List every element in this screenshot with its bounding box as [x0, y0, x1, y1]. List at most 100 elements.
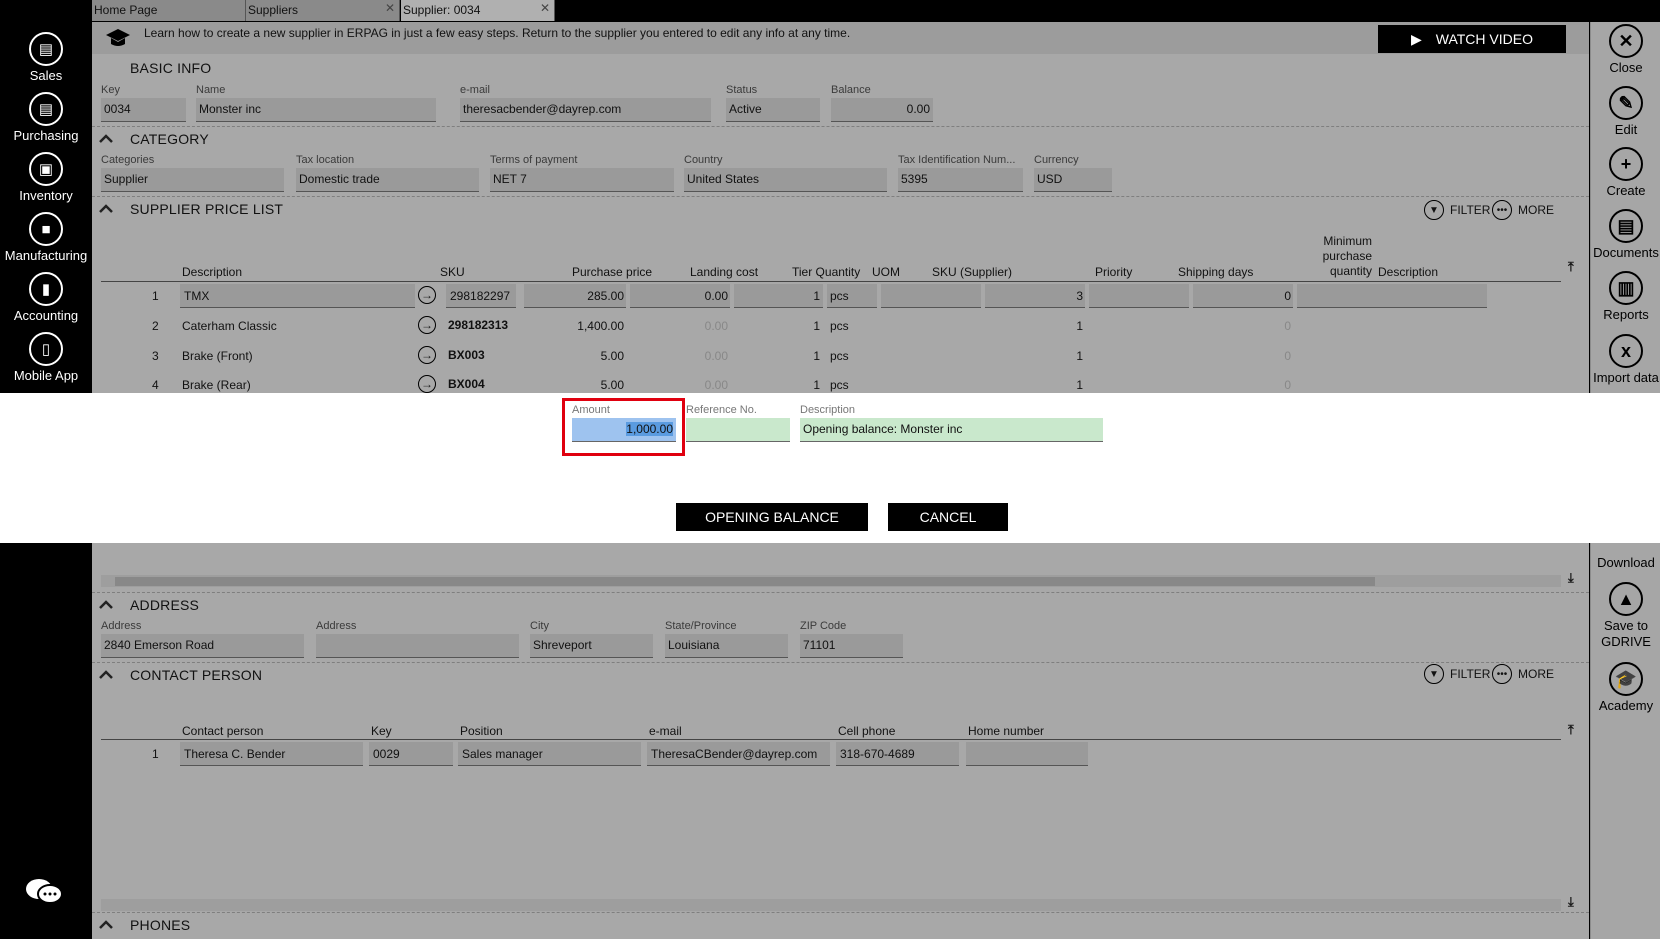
field-value[interactable]: Monster inc [196, 98, 436, 122]
name-field[interactable]: Name Monster inc [196, 84, 436, 122]
cell-uom-text[interactable]: pcs [830, 319, 849, 333]
field-value[interactable]: NET 7 [490, 168, 674, 192]
price-list-header[interactable]: SUPPLIER PRICE LIST [92, 196, 1589, 220]
col-header-position[interactable]: Position [460, 724, 503, 738]
opening-balance-button[interactable]: OPENING BALANCE [676, 503, 868, 531]
cell-tier-text[interactable]: 1 [734, 378, 820, 392]
tab-supplier-0034[interactable]: Supplier: 0034 ✕ [401, 0, 555, 21]
col-header-shipping-days[interactable]: Shipping days [1178, 265, 1253, 279]
col-header-priority[interactable]: Priority [1095, 265, 1132, 279]
field-value[interactable]: 0034 [101, 98, 186, 122]
cell-home-number[interactable] [966, 742, 1088, 766]
terms-of-payment-field[interactable]: Terms of payment NET 7 [490, 154, 674, 192]
price-list-filter-button[interactable]: ▼ FILTER [1424, 200, 1490, 220]
cell-landing-text[interactable]: 0.00 [630, 349, 728, 363]
nav-mobile-app[interactable]: ▯ Mobile App [0, 332, 92, 383]
cell-description-text[interactable]: Caterham Classic [182, 319, 277, 333]
academy-button[interactable]: 🎓 Academy [1591, 662, 1660, 714]
nav-purchasing[interactable]: ▤ Purchasing [0, 92, 92, 143]
description-input[interactable]: Opening balance: Monster inc [800, 418, 1103, 442]
chat-icon[interactable] [24, 876, 64, 908]
go-to-product-icon[interactable]: → [418, 286, 436, 304]
field-value[interactable]: Supplier [101, 168, 284, 192]
cell-priority-text[interactable]: 1 [985, 349, 1083, 363]
col-header-min-purchase-qty[interactable]: Minimum purchase quantity [1302, 234, 1372, 279]
city-field[interactable]: City Shreveport [530, 620, 653, 658]
chevron-up-icon[interactable] [98, 919, 114, 929]
address-field-1[interactable]: Address 2840 Emerson Road [101, 620, 304, 658]
price-list-scrollbar[interactable] [101, 575, 1561, 587]
tax-location-field[interactable]: Tax location Domestic trade [296, 154, 479, 192]
cell-landing-text[interactable]: 0.00 [630, 319, 728, 333]
cell-minq-text[interactable]: 0 [1193, 319, 1291, 333]
cell-description[interactable] [180, 284, 415, 308]
cell-price-text[interactable]: 1,400.00 [524, 319, 624, 333]
cell-sku-text[interactable]: BX004 [448, 377, 485, 391]
status-field[interactable]: Status Active [726, 84, 820, 122]
reference-no-field[interactable]: Reference No. [686, 404, 790, 442]
field-value[interactable]: 71101 [800, 634, 903, 658]
go-to-product-icon[interactable]: → [418, 316, 436, 334]
col-header-description-2[interactable]: Description [1378, 265, 1438, 279]
contact-person-header[interactable]: CONTACT PERSON [92, 662, 1589, 686]
category-header[interactable]: CATEGORY [92, 126, 1589, 150]
save-to-gdrive-button[interactable]: ▲ Save to GDRIVE [1591, 582, 1660, 650]
cancel-button[interactable]: CANCEL [888, 503, 1008, 531]
documents-button[interactable]: ▤ Documents [1591, 209, 1660, 261]
key-field[interactable]: Key 0034 [101, 84, 186, 122]
download-button[interactable]: Download [1591, 555, 1660, 571]
contact-filter-button[interactable]: ▼ FILTER [1424, 664, 1490, 684]
edit-button[interactable]: ✎ Edit [1591, 86, 1660, 138]
tab-suppliers[interactable]: Suppliers ✕ [246, 0, 400, 21]
amount-field[interactable]: Amount 1,000.00 [572, 404, 676, 442]
import-data-button[interactable]: x Import data [1591, 334, 1660, 386]
field-value[interactable]: 2840 Emerson Road [101, 634, 304, 658]
tab-close-icon[interactable]: ✕ [540, 1, 550, 15]
cell-minq-text[interactable]: 0 [1193, 349, 1291, 363]
col-header-description[interactable]: Description [182, 265, 242, 279]
col-header-contact-person[interactable]: Contact person [182, 724, 263, 738]
scroll-bottom-icon[interactable]: ⤓ [1568, 894, 1574, 910]
cell-price-text[interactable]: 5.00 [524, 349, 624, 363]
field-value[interactable]: Shreveport [530, 634, 653, 658]
cell-description-2[interactable] [1297, 284, 1487, 308]
col-header-landing-cost[interactable]: Landing cost [690, 265, 758, 279]
amount-input[interactable]: 1,000.00 [572, 418, 676, 442]
field-value[interactable]: Domestic trade [296, 168, 479, 192]
field-value[interactable]: USD [1034, 168, 1112, 192]
cell-landing-text[interactable]: 0.00 [630, 378, 728, 392]
cell-description-text[interactable]: Brake (Rear) [182, 378, 251, 392]
chevron-up-icon[interactable] [98, 669, 114, 679]
field-value[interactable]: theresacbender@dayrep.com [460, 98, 711, 122]
chevron-up-icon[interactable] [98, 203, 114, 213]
go-to-product-icon[interactable]: → [418, 346, 436, 364]
col-header-sku[interactable]: SKU [440, 265, 465, 279]
scroll-bottom-icon[interactable]: ⤓ [1568, 570, 1574, 586]
cell-price-text[interactable]: 5.00 [524, 378, 624, 392]
tab-close-icon[interactable]: ✕ [385, 1, 395, 15]
description-field[interactable]: Description Opening balance: Monster inc [800, 404, 1103, 442]
field-value[interactable]: United States [684, 168, 887, 192]
col-header-tier-quantity[interactable]: Tier Quantity [792, 265, 860, 279]
cell-priority-text[interactable]: 1 [985, 378, 1083, 392]
price-list-more-button[interactable]: ••• MORE [1492, 200, 1554, 220]
cell-minq-text[interactable]: 0 [1193, 378, 1291, 392]
scroll-top-icon[interactable]: ⤒ [1568, 722, 1574, 738]
tab-home-page[interactable]: Home Page [92, 0, 246, 21]
state-field[interactable]: State/Province Louisiana [665, 620, 788, 658]
col-header-email[interactable]: e-mail [649, 724, 682, 738]
nav-sales[interactable]: ▤ Sales [0, 32, 92, 83]
cell-uom-text[interactable]: pcs [830, 378, 849, 392]
cell-sku-text[interactable]: BX003 [448, 348, 485, 362]
reports-button[interactable]: ▥ Reports [1591, 271, 1660, 323]
create-button[interactable]: + Create [1591, 147, 1660, 199]
scroll-top-icon[interactable]: ⤒ [1568, 259, 1574, 275]
cell-shipping-days[interactable] [1089, 284, 1189, 308]
scrollbar-thumb[interactable] [115, 577, 1375, 586]
chevron-up-icon[interactable] [98, 599, 114, 609]
tax-id-field[interactable]: Tax Identification Num... 5395 [898, 154, 1023, 192]
reference-no-input[interactable] [686, 418, 790, 442]
field-value[interactable]: Louisiana [665, 634, 788, 658]
col-header-cell-phone[interactable]: Cell phone [838, 724, 895, 738]
field-value[interactable]: 5395 [898, 168, 1023, 192]
